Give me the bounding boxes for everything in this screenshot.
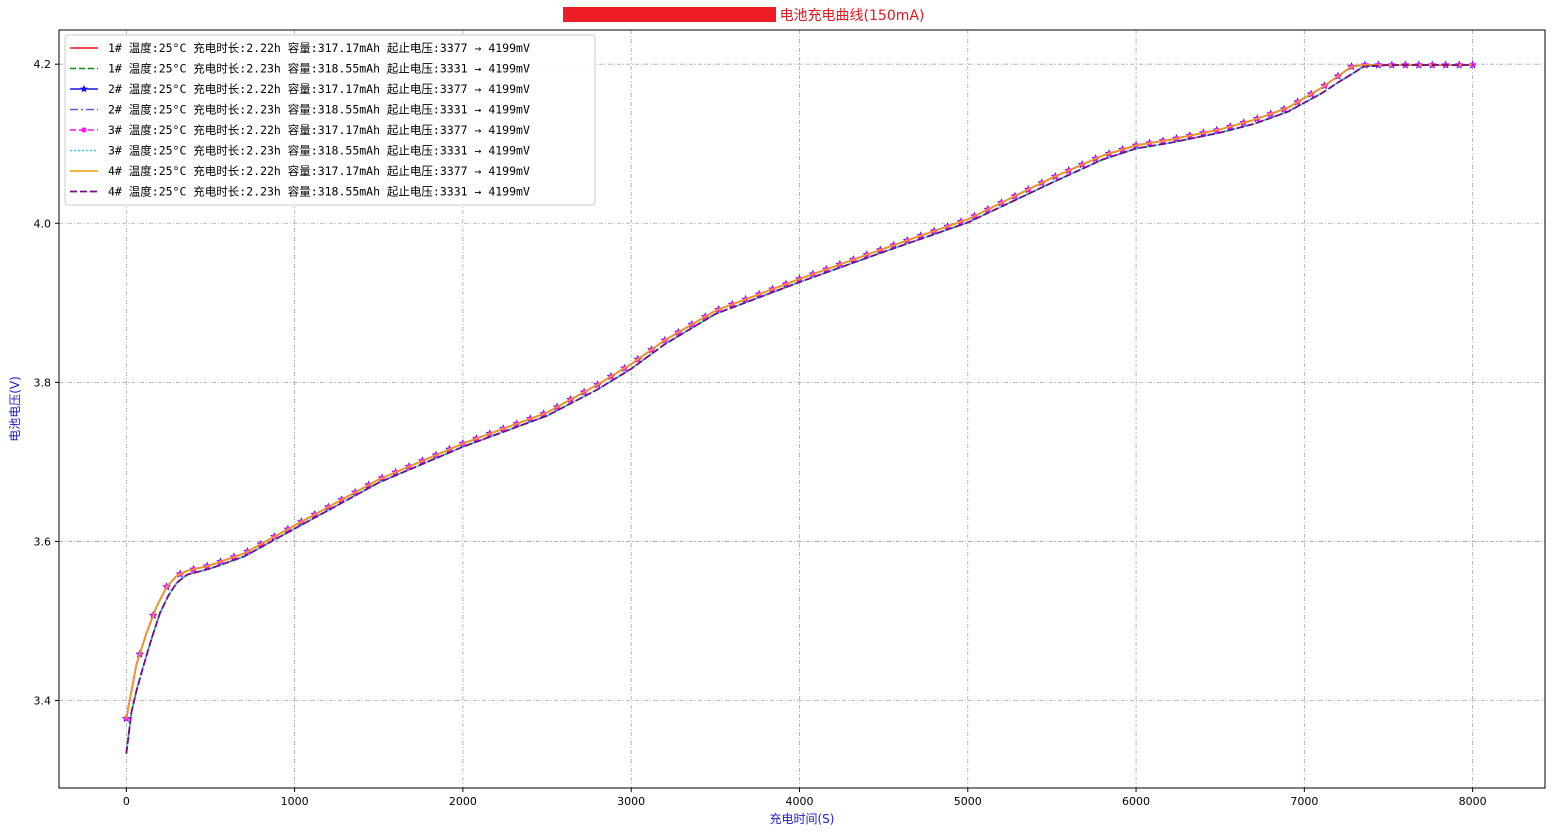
battery-charging-chart: 电池充电曲线(150mA) 0 1000 2000 3000 4000 5000 6000 7…: [8, 7, 1546, 826]
y-tick-label: 4.0: [34, 217, 52, 230]
x-tick-label: 4000: [785, 795, 813, 808]
legend-box: [64, 34, 596, 206]
x-axis-ticks: 0 1000 2000 3000 4000 5000 6000 7000 8000: [123, 788, 1487, 808]
y-axis-label: 电池电压(V): [8, 376, 22, 442]
x-tick-label: 1000: [281, 795, 309, 808]
x-tick-label: 0: [123, 795, 130, 808]
legend-label: 4# 温度:25°C 充电时长:2.23h 容量:318.55mAh 起止电压:…: [108, 185, 530, 199]
y-tick-label: 4.2: [34, 58, 52, 71]
legend-label: 2# 温度:25°C 充电时长:2.22h 容量:317.17mAh 起止电压:…: [108, 82, 530, 96]
x-axis-label: 充电时间(S): [770, 811, 835, 826]
legend-label: 2# 温度:25°C 充电时长:2.23h 容量:318.55mAh 起止电压:…: [108, 103, 530, 117]
legend-label: 4# 温度:25°C 充电时长:2.22h 容量:317.17mAh 起止电压:…: [108, 164, 530, 178]
legend-label: 3# 温度:25°C 充电时长:2.22h 容量:317.17mAh 起止电压:…: [108, 123, 530, 137]
y-tick-label: 3.8: [34, 376, 52, 389]
x-tick-label: 7000: [1290, 795, 1318, 808]
x-tick-label: 8000: [1459, 795, 1487, 808]
title-redaction-bar: [563, 7, 776, 22]
legend-marker: [81, 127, 87, 133]
x-tick-label: 6000: [1122, 795, 1150, 808]
y-tick-label: 3.4: [34, 695, 52, 708]
y-tick-label: 3.6: [34, 535, 52, 548]
x-tick-label: 3000: [617, 795, 645, 808]
y-axis-ticks: 3.4 3.6 3.8 4.0 4.2: [34, 58, 59, 708]
x-tick-label: 2000: [449, 795, 477, 808]
chart-title: 电池充电曲线(150mA): [780, 8, 925, 24]
legend: 1# 温度:25°C 充电时长:2.22h 容量:317.17mAh 起止电压:…: [64, 34, 596, 206]
legend-label: 1# 温度:25°C 充电时长:2.23h 容量:318.55mAh 起止电压:…: [108, 62, 530, 76]
legend-label: 3# 温度:25°C 充电时长:2.23h 容量:318.55mAh 起止电压:…: [108, 144, 530, 158]
x-tick-label: 5000: [954, 795, 982, 808]
legend-label: 1# 温度:25°C 充电时长:2.22h 容量:317.17mAh 起止电压:…: [108, 41, 530, 55]
